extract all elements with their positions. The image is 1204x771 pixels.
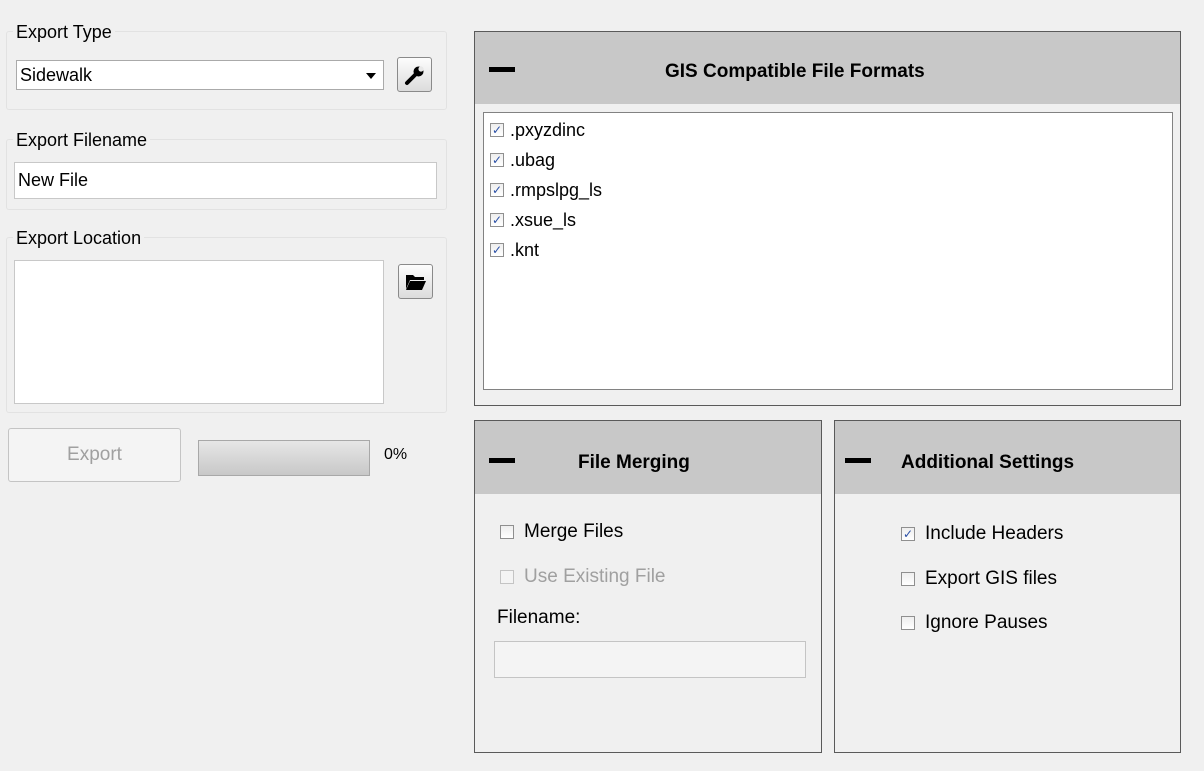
chevron-down-icon [366, 73, 376, 79]
list-item[interactable]: .pxyzdinc [490, 116, 585, 144]
format-label: .xsue_ls [510, 209, 577, 230]
list-item[interactable]: .rmpslpg_ls [490, 176, 602, 204]
file-merging-title: File Merging [578, 452, 690, 473]
filename-label: Filename: [497, 607, 581, 628]
list-item[interactable]: .xsue_ls [490, 206, 576, 234]
include-headers-label: Include Headers [925, 523, 1064, 544]
gis-formats-panel: GIS Compatible File Formats .pxyzdinc .u… [474, 31, 1181, 406]
additional-settings-panel: Additional Settings Include Headers Expo… [834, 420, 1181, 753]
export-type-selected: Sidewalk [20, 65, 93, 85]
include-headers-option[interactable]: Include Headers [901, 523, 1063, 545]
merge-filename-input[interactable] [494, 641, 806, 678]
export-filename-value: New File [18, 170, 89, 190]
format-checkbox[interactable] [490, 123, 504, 137]
export-filename-input[interactable]: New File [14, 162, 437, 199]
list-item[interactable]: .knt [490, 236, 539, 264]
gis-formats-title: GIS Compatible File Formats [665, 61, 925, 82]
wrench-icon [404, 65, 424, 85]
gis-formats-header: GIS Compatible File Formats [475, 32, 1180, 104]
merge-files-checkbox[interactable] [500, 525, 514, 539]
merge-files-option[interactable]: Merge Files [500, 521, 623, 543]
export-gis-files-label: Export GIS files [925, 568, 1057, 589]
export-type-legend: Export Type [13, 21, 115, 43]
merge-files-label: Merge Files [524, 521, 624, 542]
use-existing-file-label: Use Existing File [524, 566, 666, 587]
export-progress-bar [198, 440, 370, 476]
export-location-input[interactable] [14, 260, 384, 404]
collapse-icon[interactable] [489, 67, 515, 72]
format-checkbox[interactable] [490, 243, 504, 257]
gis-formats-list: .pxyzdinc .ubag .rmpslpg_ls .xsue_ls .kn… [483, 112, 1173, 390]
browse-location-button[interactable] [398, 264, 433, 299]
format-label: .rmpslpg_ls [510, 179, 603, 200]
export-settings-button[interactable] [397, 57, 432, 92]
include-headers-checkbox[interactable] [901, 527, 915, 541]
additional-settings-title: Additional Settings [901, 452, 1075, 473]
format-checkbox[interactable] [490, 213, 504, 227]
export-button[interactable]: Export [8, 428, 181, 482]
ignore-pauses-option[interactable]: Ignore Pauses [901, 612, 1048, 634]
format-label: .knt [510, 239, 540, 260]
export-gis-files-checkbox[interactable] [901, 572, 915, 586]
use-existing-file-checkbox[interactable] [500, 570, 514, 584]
format-label: .pxyzdinc [510, 119, 586, 140]
export-filename-legend: Export Filename [13, 129, 151, 151]
collapse-icon[interactable] [845, 458, 871, 463]
collapse-icon[interactable] [489, 458, 515, 463]
ignore-pauses-label: Ignore Pauses [925, 612, 1048, 633]
export-location-legend: Export Location [13, 227, 145, 249]
export-gis-files-option[interactable]: Export GIS files [901, 568, 1057, 590]
ignore-pauses-checkbox[interactable] [901, 616, 915, 630]
file-merging-header: File Merging [475, 421, 821, 494]
additional-settings-header: Additional Settings [835, 421, 1180, 494]
export-progress-text: 0% [384, 446, 408, 463]
format-checkbox[interactable] [490, 153, 504, 167]
folder-open-icon [405, 274, 426, 290]
use-existing-file-option[interactable]: Use Existing File [500, 566, 666, 588]
list-item[interactable]: .ubag [490, 146, 555, 174]
format-label: .ubag [510, 149, 556, 170]
format-checkbox[interactable] [490, 183, 504, 197]
export-type-dropdown[interactable]: Sidewalk [16, 60, 384, 90]
file-merging-panel: File Merging Merge Files Use Existing Fi… [474, 420, 822, 753]
